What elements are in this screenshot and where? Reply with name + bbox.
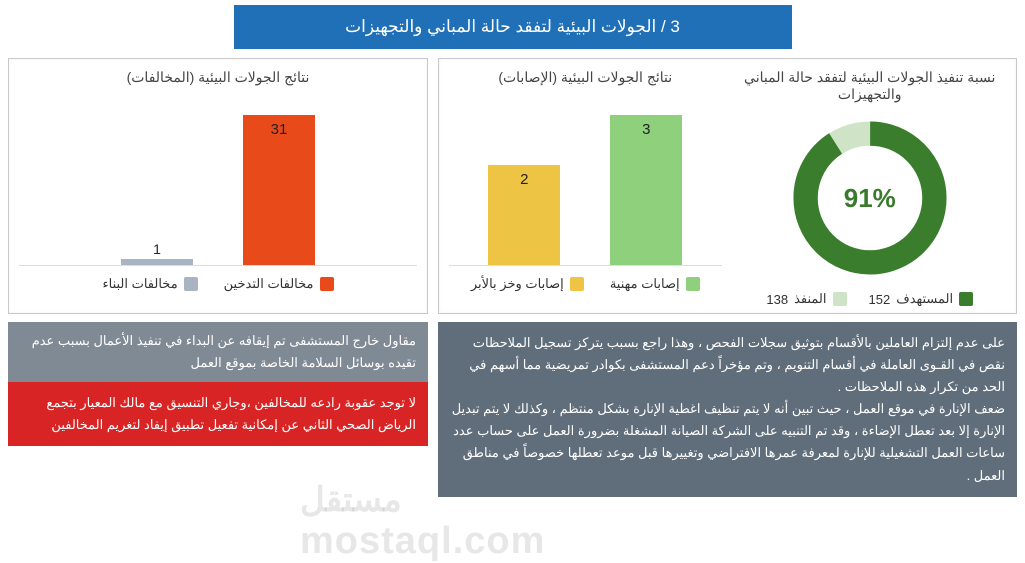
swatch-executed-icon	[833, 292, 847, 306]
injuries-legend: إصابات مهنية إصابات وخز بالأبر	[449, 276, 722, 292]
injuries-title: نتائج الجولات البيئية (الإصابات)	[449, 69, 722, 86]
donut-legend-target-value: 152	[869, 292, 891, 307]
right-panel: نسبة تنفيذ الجولات البيئية لتفقد حالة ال…	[438, 58, 1017, 314]
swatch-needle-icon	[570, 277, 584, 291]
swatch-target-icon	[959, 292, 973, 306]
injuries-chart-box: نتائج الجولات البيئية (الإصابات) 3 2	[449, 69, 722, 307]
injuries-bar-needle: 2	[488, 165, 560, 265]
donut-chart: 91%	[785, 113, 955, 283]
donut-title: نسبة تنفيذ الجولات البيئية لتفقد حالة ال…	[734, 69, 1007, 103]
violations-bar-building-value: 1	[121, 241, 193, 257]
injuries-bar-chart: 3 2	[449, 96, 722, 266]
note-left-red: لا توجد عقوبة رادعه للمخالفين ،وجاري الت…	[8, 382, 428, 446]
violations-legend-smoking: مخالفات التدخين	[224, 276, 314, 292]
section-header: 3 / الجولات البيئية لتفقد حالة المباني و…	[233, 4, 793, 50]
donut-legend: المستهدف 152 المنفذ 138	[734, 291, 1007, 307]
injuries-legend-needle: إصابات وخز بالأبر	[471, 276, 564, 292]
violations-legend: مخالفات التدخين مخالفات البناء	[19, 276, 417, 292]
violations-panel: نتائج الجولات البيئية (المخالفات) 31 1	[8, 58, 428, 314]
violations-bar-building: 1	[121, 259, 193, 265]
donut-center-value: 91%	[785, 113, 955, 283]
donut-legend-target-label: المستهدف	[896, 291, 953, 307]
watermark-en: mostaql.com	[300, 520, 545, 562]
donut-legend-executed-value: 138	[766, 292, 788, 307]
swatch-building-icon	[184, 277, 198, 291]
injuries-bar-prof-value: 3	[642, 121, 650, 138]
donut-legend-executed-label: المنفذ	[794, 291, 826, 307]
violations-bar-smoking: 31	[243, 115, 315, 265]
donut-chart-box: نسبة تنفيذ الجولات البيئية لتفقد حالة ال…	[734, 69, 1007, 307]
note-left-gray: مقاول خارج المستشفى تم إيقافه عن البداء …	[8, 322, 428, 382]
violations-bar-smoking-value: 31	[271, 121, 288, 138]
note-right: على عدم إلتزام العاملين بالأقسام بتوثيق …	[438, 322, 1017, 497]
injuries-bar-prof: 3	[610, 115, 682, 265]
violations-bar-chart: 31 1	[19, 96, 417, 266]
injuries-legend-prof: إصابات مهنية	[610, 276, 680, 292]
injuries-bar-needle-value: 2	[520, 171, 528, 188]
violations-title: نتائج الجولات البيئية (المخالفات)	[19, 69, 417, 86]
swatch-prof-icon	[686, 277, 700, 291]
violations-legend-building: مخالفات البناء	[103, 276, 178, 292]
swatch-smoking-icon	[320, 277, 334, 291]
